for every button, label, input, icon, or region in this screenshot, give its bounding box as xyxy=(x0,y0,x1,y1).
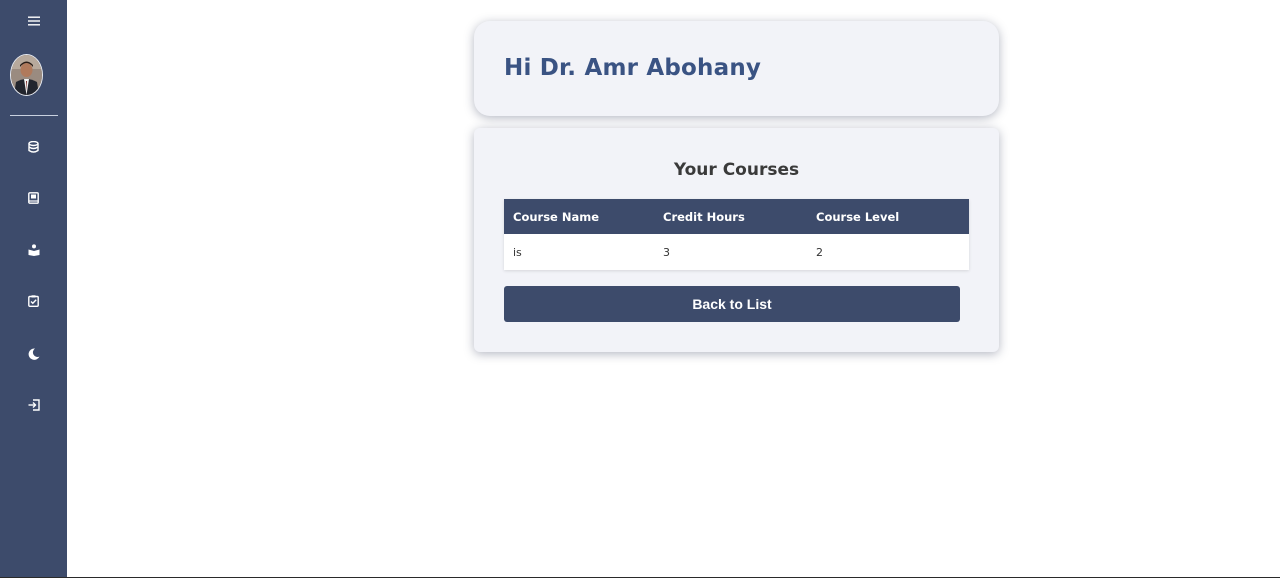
greeting-card: Hi Dr. Amr Abohany xyxy=(474,21,999,116)
database-icon[interactable] xyxy=(0,135,67,159)
cell-course-level: 2 xyxy=(816,245,823,259)
greeting-heading: Hi Dr. Amr Abohany xyxy=(504,55,762,81)
menu-icon[interactable] xyxy=(0,9,67,33)
courses-table: Course Name Credit Hours Course Level is… xyxy=(504,199,969,270)
clipboard-check-icon[interactable] xyxy=(0,289,67,313)
back-to-list-button[interactable]: Back to List xyxy=(504,286,960,322)
table-row: is 3 2 xyxy=(504,234,969,270)
moon-icon[interactable] xyxy=(0,342,67,366)
column-header-credit-hours: Credit Hours xyxy=(663,209,745,224)
page: Hi Dr. Amr Abohany Your Courses Course N… xyxy=(0,0,1280,578)
sidebar-divider xyxy=(10,115,58,116)
column-header-course-name: Course Name xyxy=(513,209,600,224)
book-icon[interactable] xyxy=(0,186,67,210)
avatar[interactable] xyxy=(10,54,43,96)
table-header: Course Name Credit Hours Course Level xyxy=(504,199,969,234)
courses-title: Your Courses xyxy=(673,160,800,180)
courses-card: Your Courses Course Name Credit Hours Co… xyxy=(474,128,999,352)
reader-icon[interactable] xyxy=(0,238,67,262)
cell-credit-hours: 3 xyxy=(663,245,670,259)
sidebar xyxy=(0,0,67,577)
cell-course-name: is xyxy=(513,245,522,259)
logout-icon[interactable] xyxy=(0,393,67,417)
column-header-course-level: Course Level xyxy=(816,209,900,224)
